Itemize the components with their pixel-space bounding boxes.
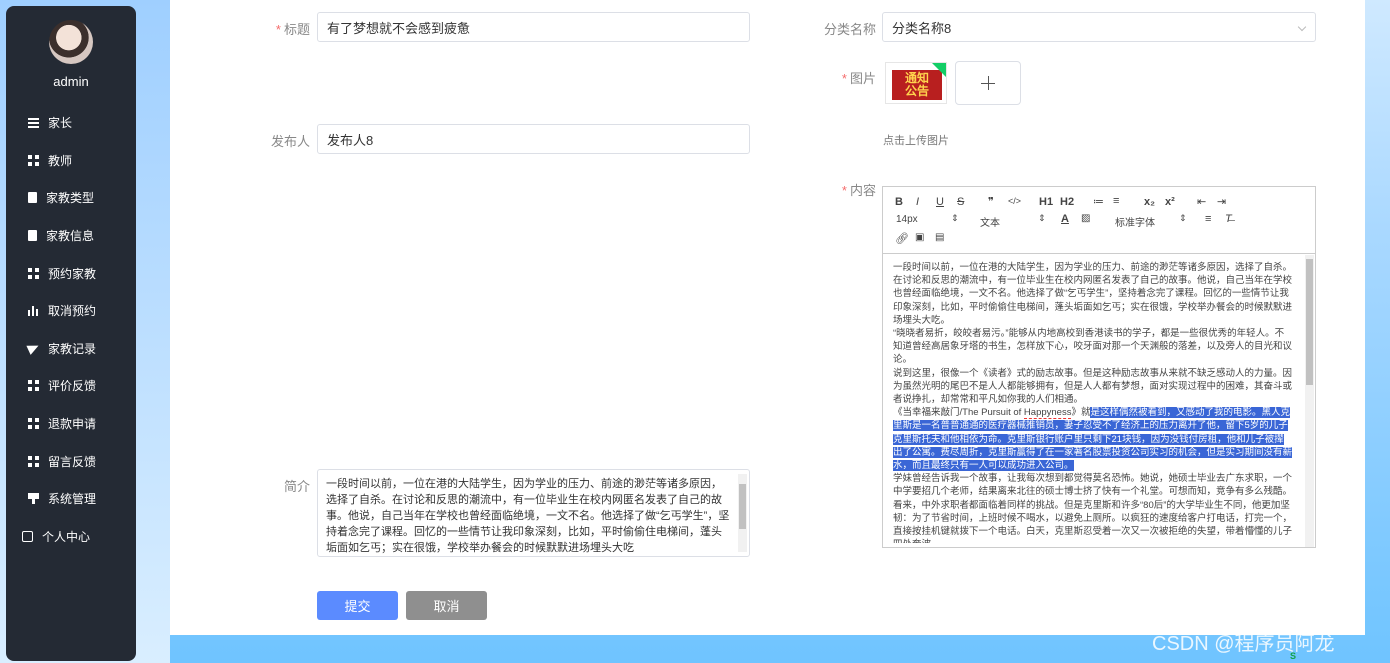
sidebar-item-messages[interactable]: 留言反馈	[6, 442, 136, 480]
bar-chart-icon	[28, 305, 39, 317]
sidebar-item-tutor-types[interactable]: 家教类型	[6, 179, 136, 217]
cancel-button[interactable]: 取消	[406, 591, 487, 620]
ordered-list-button[interactable]: ≔	[1093, 195, 1104, 208]
sidebar-item-parents[interactable]: 家长	[6, 104, 136, 142]
editor-paragraph: 《当幸福来敲门/The Pursuit of Happyness》就是这样偶然被…	[893, 407, 1293, 472]
sidebar-nav: 家长 教师 家教类型 家教信息 预约家教 取消预约 家教记录 评价反馈 退款申请…	[6, 104, 136, 555]
sidebar-item-label: 家教记录	[48, 341, 97, 356]
h1-button[interactable]: H1	[1039, 196, 1053, 208]
background-color-icon[interactable]: ▨	[1081, 213, 1090, 224]
category-label: 分类名称	[823, 22, 876, 37]
image-icon[interactable]: ▣	[915, 232, 924, 243]
submit-button[interactable]: 提交	[317, 591, 398, 620]
upload-success-badge	[932, 63, 946, 77]
superscript-button[interactable]: x²	[1165, 196, 1175, 208]
sidebar-item-tutor-info[interactable]: 家教信息	[6, 217, 136, 255]
sidebar-item-label: 系统管理	[48, 492, 97, 507]
category-select[interactable]: 分类名称8	[882, 12, 1316, 42]
upload-image-button[interactable]	[955, 61, 1021, 105]
sidebar-item-label: 教师	[48, 153, 73, 168]
grid-icon	[28, 267, 39, 279]
bullet-list-button[interactable]: ≡	[1113, 195, 1119, 207]
spellcheck-word: Happyness	[1023, 407, 1072, 420]
paper-plane-icon	[26, 341, 41, 356]
editor-scrollbar[interactable]	[1305, 255, 1314, 547]
sidebar-item-tutor-records[interactable]: 家教记录	[6, 330, 136, 368]
sidebar-item-label: 预约家教	[48, 266, 97, 281]
sidebar-item-label: 家长	[48, 116, 73, 131]
outdent-button[interactable]: ⇤	[1197, 195, 1206, 208]
text-type-arrows-icon: ⇕	[1038, 213, 1046, 223]
sidebar-item-label: 退款申请	[48, 417, 97, 432]
category-value: 分类名称8	[892, 20, 952, 36]
sidebar-item-label: 评价反馈	[48, 379, 97, 394]
list-icon	[28, 117, 39, 129]
bold-button[interactable]: B	[895, 196, 903, 208]
text-type-select[interactable]: 文本	[980, 214, 1000, 229]
quote-button[interactable]: ❞	[988, 195, 994, 208]
publisher-label: 发布人	[270, 134, 310, 149]
title-label: * 标题	[275, 22, 310, 37]
editor-paragraph: 说到这里，很像一个《读者》式的励志故事。但是这种励志故事从来就不缺乏感动人的力量…	[893, 367, 1293, 406]
font-family-arrows-icon: ⇕	[1179, 213, 1187, 223]
sidebar-item-label: 家教信息	[46, 229, 95, 244]
sidebar-item-teachers[interactable]: 教师	[6, 142, 136, 180]
sidebar-item-system[interactable]: 系统管理	[6, 480, 136, 518]
sidebar-item-label: 留言反馈	[48, 454, 97, 469]
link-icon[interactable]: 🔗︎	[895, 232, 909, 245]
sidebar-item-label: 家教类型	[46, 191, 95, 206]
user-card-icon	[22, 530, 33, 542]
font-size-select[interactable]: 14px	[896, 214, 918, 225]
image-label: * 图片	[841, 71, 876, 86]
align-icon[interactable]: ≡	[1205, 213, 1211, 225]
intro-label: 简介	[283, 479, 310, 494]
font-family-select[interactable]: 标准字体	[1115, 214, 1155, 229]
indent-button[interactable]: ⇥	[1217, 195, 1226, 208]
title-input[interactable]: 有了梦想就不会感到疲惫	[317, 12, 750, 42]
editor-toolbar: B I U S ❞ </> H1 H2 ≔ ≡ x₂ x² ⇤ ⇥ 14px ⇕…	[883, 187, 1315, 254]
italic-button[interactable]: I	[916, 196, 919, 208]
clear-format-icon[interactable]: T̶	[1225, 213, 1232, 225]
chevron-down-icon	[1297, 22, 1307, 32]
underline-button[interactable]: U	[936, 196, 944, 208]
clipboard-icon	[28, 230, 37, 242]
ime-icon[interactable]: S	[1290, 651, 1296, 661]
grid-icon	[28, 418, 39, 430]
editor-paragraph: “晓晓者易折，皎皎者易污。”能够从内地高校到香港读书的学子，都是一些很优秀的年轻…	[893, 328, 1293, 366]
video-icon[interactable]: ▤	[935, 232, 944, 243]
username: admin	[53, 74, 89, 89]
font-color-icon[interactable]: A	[1061, 213, 1069, 225]
sidebar-item-label: 个人中心	[42, 529, 91, 544]
subscript-button[interactable]: x₂	[1144, 196, 1155, 208]
editor-content[interactable]: 一段时间以前，一位在港的大陆学生，因为学业的压力、前途的渺茫等诸多原因，选择了自…	[893, 261, 1293, 543]
sidebar-item-cancel-bookings[interactable]: 取消预约	[6, 292, 136, 330]
grid-icon	[28, 455, 39, 467]
rich-text-editor: B I U S ❞ </> H1 H2 ≔ ≡ x₂ x² ⇤ ⇥ 14px ⇕…	[882, 186, 1316, 548]
monitor-icon	[28, 493, 39, 505]
sidebar-item-label: 取消预约	[48, 304, 97, 319]
intro-textarea[interactable]: 一段时间以前，一位在港的大陆学生，因为学业的压力、前途的渺茫等诸多原因，选择了自…	[317, 469, 750, 557]
clipboard-icon	[28, 192, 37, 204]
grid-icon	[28, 154, 39, 166]
sidebar-item-refunds[interactable]: 退款申请	[6, 405, 136, 443]
sidebar-item-profile[interactable]: 个人中心	[6, 518, 136, 556]
h2-button[interactable]: H2	[1060, 196, 1074, 208]
uploaded-image-thumbnail[interactable]: 通知 公告	[885, 62, 947, 104]
sidebar-item-feedback[interactable]: 评价反馈	[6, 367, 136, 405]
sidebar: admin 家长 教师 家教类型 家教信息 预约家教 取消预约 家教记录 评价反…	[6, 6, 136, 661]
editor-paragraph: 学妹曾经告诉我一个故事，让我每次想到都觉得莫名恐怖。她说，她硕士毕业去广东求职，…	[893, 473, 1293, 543]
upload-hint: 点击上传图片	[883, 135, 949, 147]
editor-paragraph: 一段时间以前，一位在港的大陆学生，因为学业的压力、前途的渺茫等诸多原因，选择了自…	[893, 262, 1293, 326]
content-label: * 内容	[841, 183, 876, 198]
textarea-scrollbar[interactable]	[738, 474, 747, 552]
grid-icon	[28, 380, 39, 392]
avatar[interactable]	[49, 20, 93, 64]
font-size-arrows-icon: ⇕	[951, 213, 959, 223]
sidebar-item-bookings[interactable]: 预约家教	[6, 254, 136, 292]
code-button[interactable]: </>	[1008, 196, 1021, 206]
publisher-input[interactable]: 发布人8	[317, 124, 750, 154]
strike-button[interactable]: S	[957, 196, 964, 208]
system-tray: S	[1290, 651, 1390, 663]
intro-text: 一段时间以前，一位在港的大陆学生，因为学业的压力、前途的渺茫等诸多原因，选择了自…	[326, 478, 730, 554]
